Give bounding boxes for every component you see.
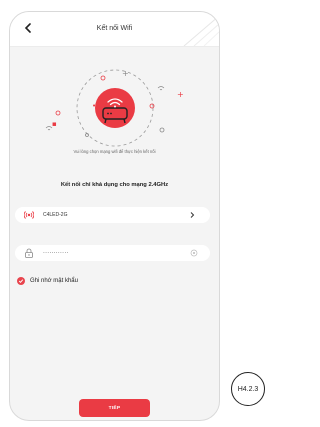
instruction-text: Vui lòng chọn mạng wifi để thực hiện kết… [73, 149, 156, 154]
figure-reference-badge: H4.2.3 [231, 372, 265, 406]
network-restriction-note: Kết nối chỉ khả dụng cho mạng 2.4GHz [60, 182, 169, 188]
wifi-network-select[interactable]: C4LED-2G [15, 207, 210, 223]
remember-password-label: Ghi nhớ mật khẩu [30, 278, 78, 284]
app-header: Kết nối Wifi [10, 12, 219, 47]
lock-icon [25, 248, 33, 258]
remember-password-checkbox[interactable]: Ghi nhớ mật khẩu [17, 275, 78, 287]
password-value: ············ [43, 250, 69, 256]
header-decoration [183, 15, 219, 46]
next-button[interactable]: TIẾP [79, 399, 150, 417]
phone-screen: Kết nối Wifi + + ▪ • Vui lòng chọn mạng … [9, 11, 220, 421]
password-field[interactable]: ············ [15, 245, 210, 261]
chevron-right-icon [190, 212, 195, 218]
router-illustration: + + ▪ • [45, 69, 184, 147]
svg-text:+: + [122, 69, 129, 78]
svg-text:▪: ▪ [52, 120, 57, 128]
checkmark-icon [17, 277, 25, 285]
svg-text:+: + [177, 90, 184, 99]
wifi-signal-icon [24, 211, 34, 219]
toggle-visibility-icon[interactable] [190, 249, 198, 257]
wifi-network-name: C4LED-2G [43, 212, 68, 218]
